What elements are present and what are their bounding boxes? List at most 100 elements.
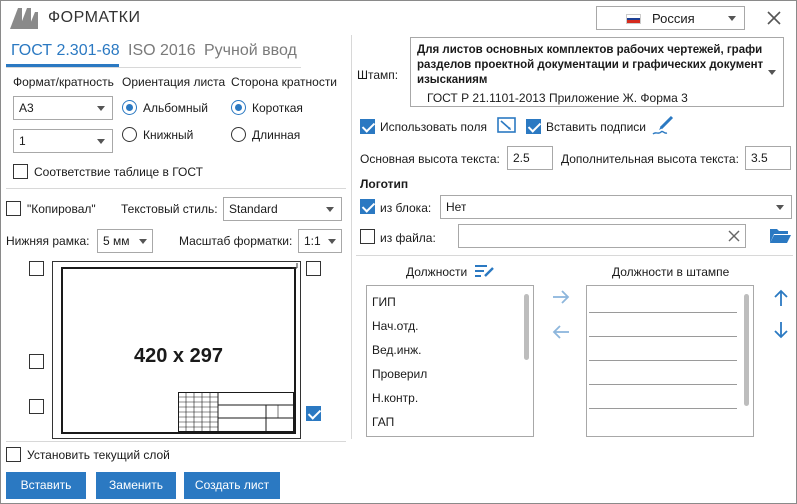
bottom-frame-select[interactable]: 5 мм <box>97 229 153 253</box>
preview-left-checkbox[interactable] <box>29 354 44 369</box>
clear-icon[interactable] <box>728 230 740 242</box>
stamp-position-row[interactable] <box>589 312 737 313</box>
language-select[interactable]: Россия <box>596 6 745 30</box>
current-layer-checkbox[interactable] <box>6 447 21 462</box>
edit-fields-icon[interactable] <box>496 115 518 135</box>
list-item[interactable]: Проверил <box>372 367 427 381</box>
scrollbar-thumb[interactable] <box>524 294 529 360</box>
scale-value: 1:1 <box>304 234 321 248</box>
text-style-label: Текстовый стиль: <box>121 202 218 216</box>
text-style-select[interactable]: Standard <box>223 197 342 221</box>
replace-button[interactable]: Заменить <box>96 472 176 499</box>
close-button[interactable] <box>763 7 785 29</box>
list-item[interactable]: ГАП <box>372 415 394 429</box>
format-select[interactable]: А3 <box>13 96 113 120</box>
current-layer-label: Установить текущий слой <box>27 448 170 462</box>
positions-label: Должности <box>406 265 468 279</box>
chevron-down-icon <box>326 207 334 212</box>
stamp-label: Штамп: <box>357 68 399 82</box>
app-logo-icon <box>10 8 38 29</box>
landscape-label: Альбомный <box>143 101 209 115</box>
logo-from-file-checkbox[interactable] <box>360 229 375 244</box>
positions-list[interactable]: ГИП Нач.отд. Вед.инж. Проверил Н.контр. … <box>366 285 534 437</box>
insert-signatures-checkbox[interactable] <box>526 119 541 134</box>
side-label: Сторона кратности <box>231 75 338 89</box>
close-icon <box>767 11 781 25</box>
use-fields-checkbox[interactable] <box>360 119 375 134</box>
list-item[interactable]: Нач.отд. <box>372 319 419 333</box>
preview-top-left-checkbox[interactable] <box>29 261 44 276</box>
tab-gost[interactable]: ГОСТ 2.301-68 <box>11 42 120 60</box>
tab-iso[interactable]: ISO 2016 <box>128 42 196 60</box>
stamp-position-row[interactable] <box>589 384 737 385</box>
list-item[interactable]: ГИП <box>372 295 396 309</box>
logo-block-value: Нет <box>446 200 467 214</box>
main-height-input[interactable]: 2.5 <box>507 146 553 170</box>
short-side-label: Короткая <box>252 101 303 115</box>
stamp-position-row[interactable] <box>589 336 737 337</box>
chevron-down-icon <box>728 16 736 21</box>
arrow-up-icon[interactable] <box>770 289 792 312</box>
arrow-right-icon[interactable] <box>550 288 572 309</box>
signature-pen-icon[interactable] <box>652 114 676 136</box>
logo-from-file-label: из файла: <box>380 231 436 245</box>
orientation-label: Ориентация листа <box>122 75 226 89</box>
list-item[interactable]: Вед.инж. <box>372 343 421 357</box>
multiplicity-value: 1 <box>19 134 26 148</box>
stamp-position-row[interactable] <box>589 408 737 409</box>
tab-manual[interactable]: Ручной ввод <box>204 42 297 60</box>
stamp-line-2: разделов проектной документации и графич… <box>417 59 763 71</box>
portrait-label: Книжный <box>143 128 194 142</box>
multiplicity-select[interactable]: 1 <box>13 129 113 153</box>
russia-flag-icon <box>626 14 641 24</box>
main-height-label: Основная высота текста: <box>360 152 500 166</box>
format-label: Формат/кратность <box>13 75 114 89</box>
use-fields-label: Использовать поля <box>380 120 487 134</box>
edit-list-icon[interactable] <box>474 263 496 279</box>
gost-table-label: Соответствие таблице в ГОСТ <box>34 165 203 179</box>
kopiroval-checkbox[interactable] <box>6 201 21 216</box>
radio-long-side[interactable] <box>231 127 246 142</box>
extra-height-input[interactable]: 3.5 <box>745 146 791 170</box>
chevron-down-icon <box>328 239 336 244</box>
sheet-frame: 420 x 297 <box>61 267 296 434</box>
radio-short-side[interactable] <box>231 100 246 115</box>
preview-divider <box>6 441 346 442</box>
stamp-select[interactable]: Для листов основных комплектов рабочих ч… <box>410 37 784 107</box>
logo-heading: Логотип <box>360 177 409 191</box>
bottom-frame-value: 5 мм <box>103 234 130 248</box>
create-sheet-button[interactable]: Создать лист <box>184 472 280 499</box>
arrow-left-icon[interactable] <box>550 323 572 344</box>
stamp-positions-list[interactable] <box>586 285 754 437</box>
scale-select[interactable]: 1:1 <box>298 229 342 253</box>
stamp-line-3: изысканиям <box>417 74 488 86</box>
extra-height-value: 3.5 <box>751 151 768 165</box>
insert-signatures-label: Вставить подписи <box>546 120 647 134</box>
active-tab-indicator <box>6 64 119 67</box>
preview-top-right-checkbox[interactable] <box>306 261 321 276</box>
chevron-down-icon <box>97 106 105 111</box>
insert-button[interactable]: Вставить <box>6 472 86 499</box>
gost-table-checkbox[interactable] <box>13 164 28 179</box>
logo-file-input[interactable] <box>458 224 746 248</box>
title-block-icon <box>178 392 294 432</box>
stamp-position-row[interactable] <box>589 360 737 361</box>
tabs-divider <box>6 67 301 68</box>
stamp-line-4: ГОСТ Р 21.1101-2013 Приложение Ж. Форма … <box>427 91 688 105</box>
text-style-value: Standard <box>229 202 278 216</box>
chevron-down-icon <box>139 239 147 244</box>
folder-open-icon[interactable] <box>769 226 792 245</box>
scrollbar-thumb[interactable] <box>744 294 749 406</box>
logo-divider <box>356 255 793 256</box>
radio-landscape[interactable] <box>122 100 137 115</box>
list-item[interactable]: Н.контр. <box>372 391 418 405</box>
logo-from-block-checkbox[interactable] <box>360 199 375 214</box>
arrow-down-icon[interactable] <box>770 321 792 344</box>
preview-bottom-right-checkbox[interactable] <box>306 406 321 421</box>
scale-label: Масштаб форматки: <box>179 234 293 248</box>
preview-bottom-left-checkbox[interactable] <box>29 399 44 414</box>
sheet-preview: 420 x 297 <box>52 261 301 439</box>
radio-portrait[interactable] <box>122 127 137 142</box>
logo-block-select[interactable]: Нет <box>440 195 792 219</box>
panel-divider <box>351 35 352 439</box>
